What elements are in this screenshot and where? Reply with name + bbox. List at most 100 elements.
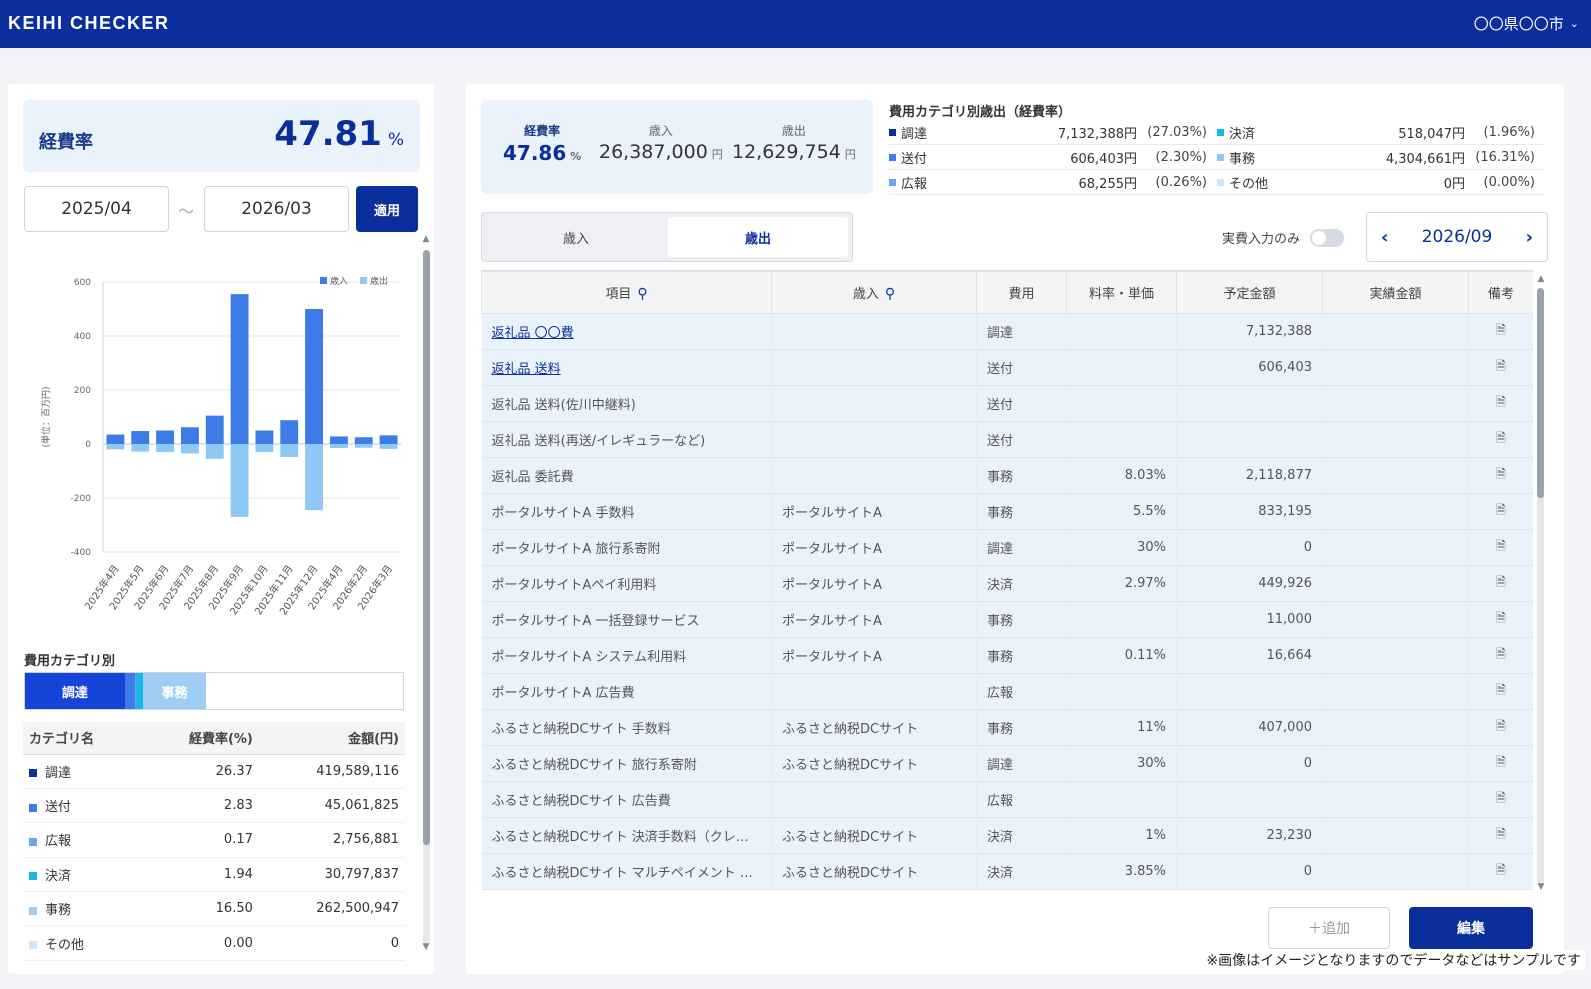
memo-icon[interactable]: 🗎 [1468,457,1533,494]
legend-name: 事務 [1229,151,1256,167]
category-rate: 0.17 [141,822,259,858]
legend-label: 歳入 [330,275,348,287]
row-income: ふるさと納税DCサイト [771,709,977,746]
row-cost: 調達 [976,313,1067,350]
memo-icon[interactable]: 🗎 [1468,493,1533,530]
legend-item: 事務 4,304,661円 (16.31%) [1217,148,1545,167]
row-planned: 0 [1176,853,1323,890]
table-row[interactable]: 返礼品 送料(再送/イレギュラーなど) 送付 🗎 [481,421,1533,458]
expense-rate-card: 経費率 47.81 % [23,100,420,172]
row-item: ふるさと納税DCサイト マルチペイメント … [481,853,772,890]
memo-icon[interactable]: 🗎 [1468,349,1533,386]
date-to-input[interactable]: 2026/03 [204,186,349,232]
legend-name: その他 [1229,176,1269,192]
tab-expense[interactable]: 歳出 [668,217,848,257]
memo-icon[interactable]: 🗎 [1468,529,1533,566]
summary-income-label: 歳入 [648,124,673,138]
memo-icon[interactable]: 🗎 [1468,385,1533,422]
table-row[interactable]: 返礼品 委託費 事務 8.03% 2,118,877 🗎 [481,457,1533,494]
summary-card: 経費率 47.86% 歳入 26,387,000 円 歳出 12,629,754 円 [481,100,873,194]
table-scrollbar-thumb[interactable] [1537,288,1544,498]
memo-icon[interactable]: 🗎 [1468,565,1533,602]
category-color-icon [29,906,37,915]
income-bar [255,430,274,444]
search-icon[interactable]: ⚲ [637,286,647,302]
memo-icon[interactable]: 🗎 [1468,745,1533,782]
memo-icon[interactable]: 🗎 [1468,601,1533,638]
y-tick-label: -400 [71,548,92,558]
row-item: ポータルサイトA 手数料 [481,493,772,530]
date-from-input[interactable]: 2025/04 [24,186,169,232]
memo-icon[interactable]: 🗎 [1468,313,1533,350]
category-name: 事務 [45,903,72,919]
chevron-left-icon[interactable]: ‹ [1381,227,1388,248]
legend-name: 決済 [1229,126,1256,142]
legend-amount: 0円 [1443,176,1465,192]
income-bar [156,430,175,444]
scroll-up-icon[interactable]: ▲ [421,234,431,244]
table-row[interactable]: ふるさと納税DCサイト 広告費 広報 🗎 [481,781,1533,818]
table-scroll-down-icon[interactable]: ▼ [1536,882,1546,892]
chevron-down-icon: ⌄ [1569,17,1579,30]
table-row[interactable]: ポータルサイトA システム利用料 ポータルサイトA 事務 0.11% 16,664 🗎 [481,637,1533,674]
search-icon[interactable]: ⚲ [885,286,895,302]
row-income [771,349,977,386]
city-selector[interactable]: 〇〇県〇〇市 ⌄ [1474,13,1579,34]
table-row[interactable]: ポータルサイトAペイ利用料 ポータルサイトA 決済 2.97% 449,926 🗎 [481,565,1533,602]
actual-only-toggle[interactable] [1310,228,1345,247]
row-actual [1322,493,1469,530]
expense-rate-label: 経費率 [39,132,93,153]
scroll-down-icon[interactable]: ▼ [421,942,431,952]
expense-bar [379,444,398,449]
row-item: ポータルサイトA 一括登録サービス [481,601,772,638]
table-row[interactable]: ポータルサイトA 旅行系寄附 ポータルサイトA 調達 30% 0 🗎 [481,529,1533,566]
category-rate: 1.94 [141,857,259,893]
memo-icon[interactable]: 🗎 [1468,817,1533,854]
memo-icon[interactable]: 🗎 [1468,637,1533,674]
apply-button[interactable]: 適用 [356,186,418,232]
table-row[interactable]: ポータルサイトA 一括登録サービス ポータルサイトA 事務 11,000 🗎 [481,601,1533,638]
row-item: ポータルサイトA システム利用料 [481,637,772,674]
tab-income[interactable]: 歳入 [486,217,666,257]
table-row[interactable]: ふるさと納税DCサイト マルチペイメント … ふるさと納税DCサイト 決済 3.85%… [481,853,1533,890]
row-rate: 5.5% [1066,493,1177,530]
category-table: カテゴリ名 経費率(%) 金額(円) 調達 26.37 419,589,116 送付 2… [23,722,405,961]
table-row[interactable]: 返礼品 送料(佐川中継料) 送付 🗎 [481,385,1533,422]
income-bar [305,309,324,444]
memo-icon[interactable]: 🗎 [1468,709,1533,746]
row-item: ふるさと納税DCサイト 決済手数料（クレ… [481,817,772,854]
legend-color-icon [889,153,896,161]
table-row[interactable]: ふるさと納税DCサイト 手数料 ふるさと納税DCサイト 事務 11% 407,000 🗎 [481,709,1533,746]
left-scrollbar[interactable] [423,250,430,944]
row-item[interactable]: 返礼品 送料 [481,349,772,386]
table-scrollbar[interactable] [1537,288,1544,884]
category-amount: 262,500,947 [258,891,405,927]
table-row[interactable]: ポータルサイトA 広告費 広報 🗎 [481,673,1533,710]
row-income [771,781,977,818]
expense-rate-unit: % [387,130,404,150]
expense-bar [156,444,175,453]
row-item: 返礼品 送料(佐川中継料) [481,385,772,422]
sample-data-footnote: ※画像はイメージとなりますのでデータなどはサンプルです [1202,950,1585,970]
table-row[interactable]: ふるさと納税DCサイト 決済手数料（クレ… ふるさと納税DCサイト 決済 1% 23,2… [481,817,1533,854]
left-scrollbar-thumb[interactable] [423,250,430,845]
table-row[interactable]: ポータルサイトA 手数料 ポータルサイトA 事務 5.5% 833,195 🗎 [481,493,1533,530]
row-actual [1322,457,1469,494]
row-item: ポータルサイトA 広告費 [481,673,772,710]
row-rate: 30% [1066,529,1177,566]
edit-button[interactable]: 編集 [1409,907,1533,949]
table-row[interactable]: 返礼品 送料 送付 606,403 🗎 [481,349,1533,386]
chevron-right-icon[interactable]: › [1526,227,1533,248]
memo-icon[interactable]: 🗎 [1468,421,1533,458]
memo-icon[interactable]: 🗎 [1468,781,1533,818]
table-row[interactable]: 返礼品 〇〇費 調達 7,132,388 🗎 [481,313,1533,350]
row-planned: 11,000 [1176,601,1323,638]
row-item[interactable]: 返礼品 〇〇費 [481,313,772,350]
table-scroll-up-icon[interactable]: ▲ [1536,274,1546,284]
row-income: ポータルサイトA [771,529,977,566]
memo-icon[interactable]: 🗎 [1468,673,1533,710]
memo-icon[interactable]: 🗎 [1468,853,1533,890]
table-row[interactable]: ふるさと納税DCサイト 旅行系寄附 ふるさと納税DCサイト 調達 30% 0 🗎 [481,745,1533,782]
row-income [771,421,977,458]
add-row-button[interactable]: ＋追加 [1268,907,1390,949]
